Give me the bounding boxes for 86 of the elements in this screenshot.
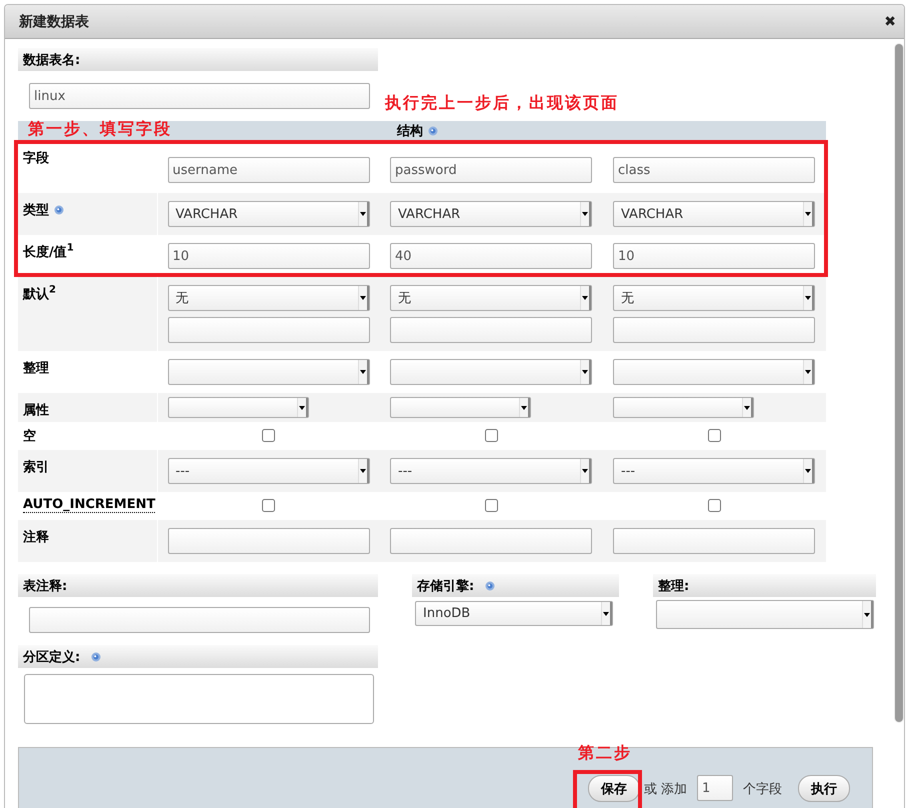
highlight-frame [573, 770, 642, 808]
execute-button[interactable]: 执行 [798, 775, 850, 802]
input-field[interactable]: 40 [390, 243, 592, 269]
caret-icon [805, 370, 811, 374]
field-label: 长度/值$^{1}$ [23, 245, 74, 260]
caret-icon [521, 406, 527, 410]
dropdown[interactable]: 无 [613, 285, 815, 311]
annotation-note: 第二步 [578, 743, 632, 764]
count-field[interactable]: 1 [697, 775, 733, 801]
dropdown[interactable]: InnoDB [415, 601, 613, 626]
input-field[interactable]: 10 [168, 243, 370, 269]
input-field[interactable] [168, 528, 370, 554]
input-field[interactable] [613, 317, 815, 343]
dropdown[interactable] [613, 359, 815, 385]
unit-label: 个字段 [743, 781, 782, 798]
dropdown[interactable]: VARCHAR [168, 201, 370, 227]
help-icon[interactable] [54, 205, 64, 216]
caret-icon [805, 469, 811, 473]
input-field[interactable] [390, 317, 592, 343]
dropdown[interactable]: --- [390, 458, 592, 484]
help-icon[interactable] [485, 580, 496, 590]
dropdown[interactable]: 无 [390, 285, 592, 311]
window-title: 新建数据表 [19, 12, 89, 30]
dropdown[interactable]: --- [168, 458, 370, 484]
dropdown[interactable]: VARCHAR [613, 201, 815, 227]
dropdown[interactable] [390, 359, 592, 385]
field-label: 整理 [23, 361, 49, 376]
table-comment-field[interactable] [29, 607, 370, 633]
dropdown[interactable] [168, 359, 370, 385]
close-button[interactable]: ✖ [884, 14, 896, 30]
field-label: 空 [23, 429, 36, 444]
field-label: AUTO_INCREMENT [23, 497, 156, 513]
annotation-note: 执行完上一步后，出现该页面 [385, 93, 619, 114]
input-field[interactable] [613, 528, 815, 554]
input-field[interactable]: username [168, 157, 370, 183]
or-add-label: 或 添加 [644, 781, 687, 798]
section-header: 表注释: [18, 574, 378, 597]
caret-icon [360, 370, 366, 374]
section-header: 整理: [653, 574, 876, 597]
checkbox[interactable] [262, 429, 276, 442]
caret-icon [864, 612, 870, 616]
dropdown[interactable] [613, 397, 754, 418]
caret-icon [744, 406, 750, 410]
header-label: 存储引擎: [417, 578, 474, 594]
checkbox[interactable] [262, 499, 276, 512]
field-label: 类型 [23, 203, 49, 218]
section-header: 数据表名: [18, 48, 378, 71]
checkbox[interactable] [708, 429, 721, 442]
help-icon[interactable] [91, 652, 102, 662]
caret-icon [603, 612, 609, 616]
caret-icon [360, 212, 366, 216]
dropdown[interactable]: VARCHAR [390, 201, 592, 227]
annotation-note: 第一步、填写字段 [28, 119, 172, 140]
dropdown[interactable]: --- [613, 458, 815, 484]
checkbox[interactable] [485, 429, 498, 442]
input-field[interactable]: password [390, 157, 592, 183]
help-icon[interactable] [428, 126, 438, 136]
caret-icon [360, 296, 366, 300]
input-field[interactable]: 10 [613, 243, 815, 269]
field-label: 字段 [23, 151, 49, 166]
input-field[interactable] [390, 528, 592, 554]
input-field[interactable] [168, 317, 370, 343]
dropdown[interactable] [168, 397, 308, 418]
field-label: 注释 [23, 530, 49, 545]
field-label: 默认$^{2}$ [23, 287, 56, 302]
column-heading: 结构 [397, 124, 423, 139]
checkbox[interactable] [708, 499, 721, 512]
caret-icon [360, 469, 366, 473]
field-label: 属性 [23, 403, 49, 418]
caret-icon [582, 370, 588, 374]
header-label: 分区定义: [23, 648, 80, 666]
dropdown[interactable] [656, 600, 874, 629]
input-field[interactable]: class [613, 157, 815, 183]
field-label: 索引 [23, 460, 49, 475]
caret-icon [805, 212, 811, 216]
checkbox[interactable] [485, 499, 498, 512]
caret-icon [298, 406, 304, 410]
caret-icon [582, 296, 588, 300]
dropdown[interactable]: 无 [168, 285, 370, 311]
partition-textarea[interactable] [24, 674, 374, 724]
caret-icon [805, 296, 811, 300]
save-button[interactable]: 保存 [588, 775, 640, 802]
table-name-field[interactable]: linux [29, 83, 370, 109]
caret-icon [582, 212, 588, 216]
dropdown[interactable] [390, 397, 531, 418]
caret-icon [582, 469, 588, 473]
